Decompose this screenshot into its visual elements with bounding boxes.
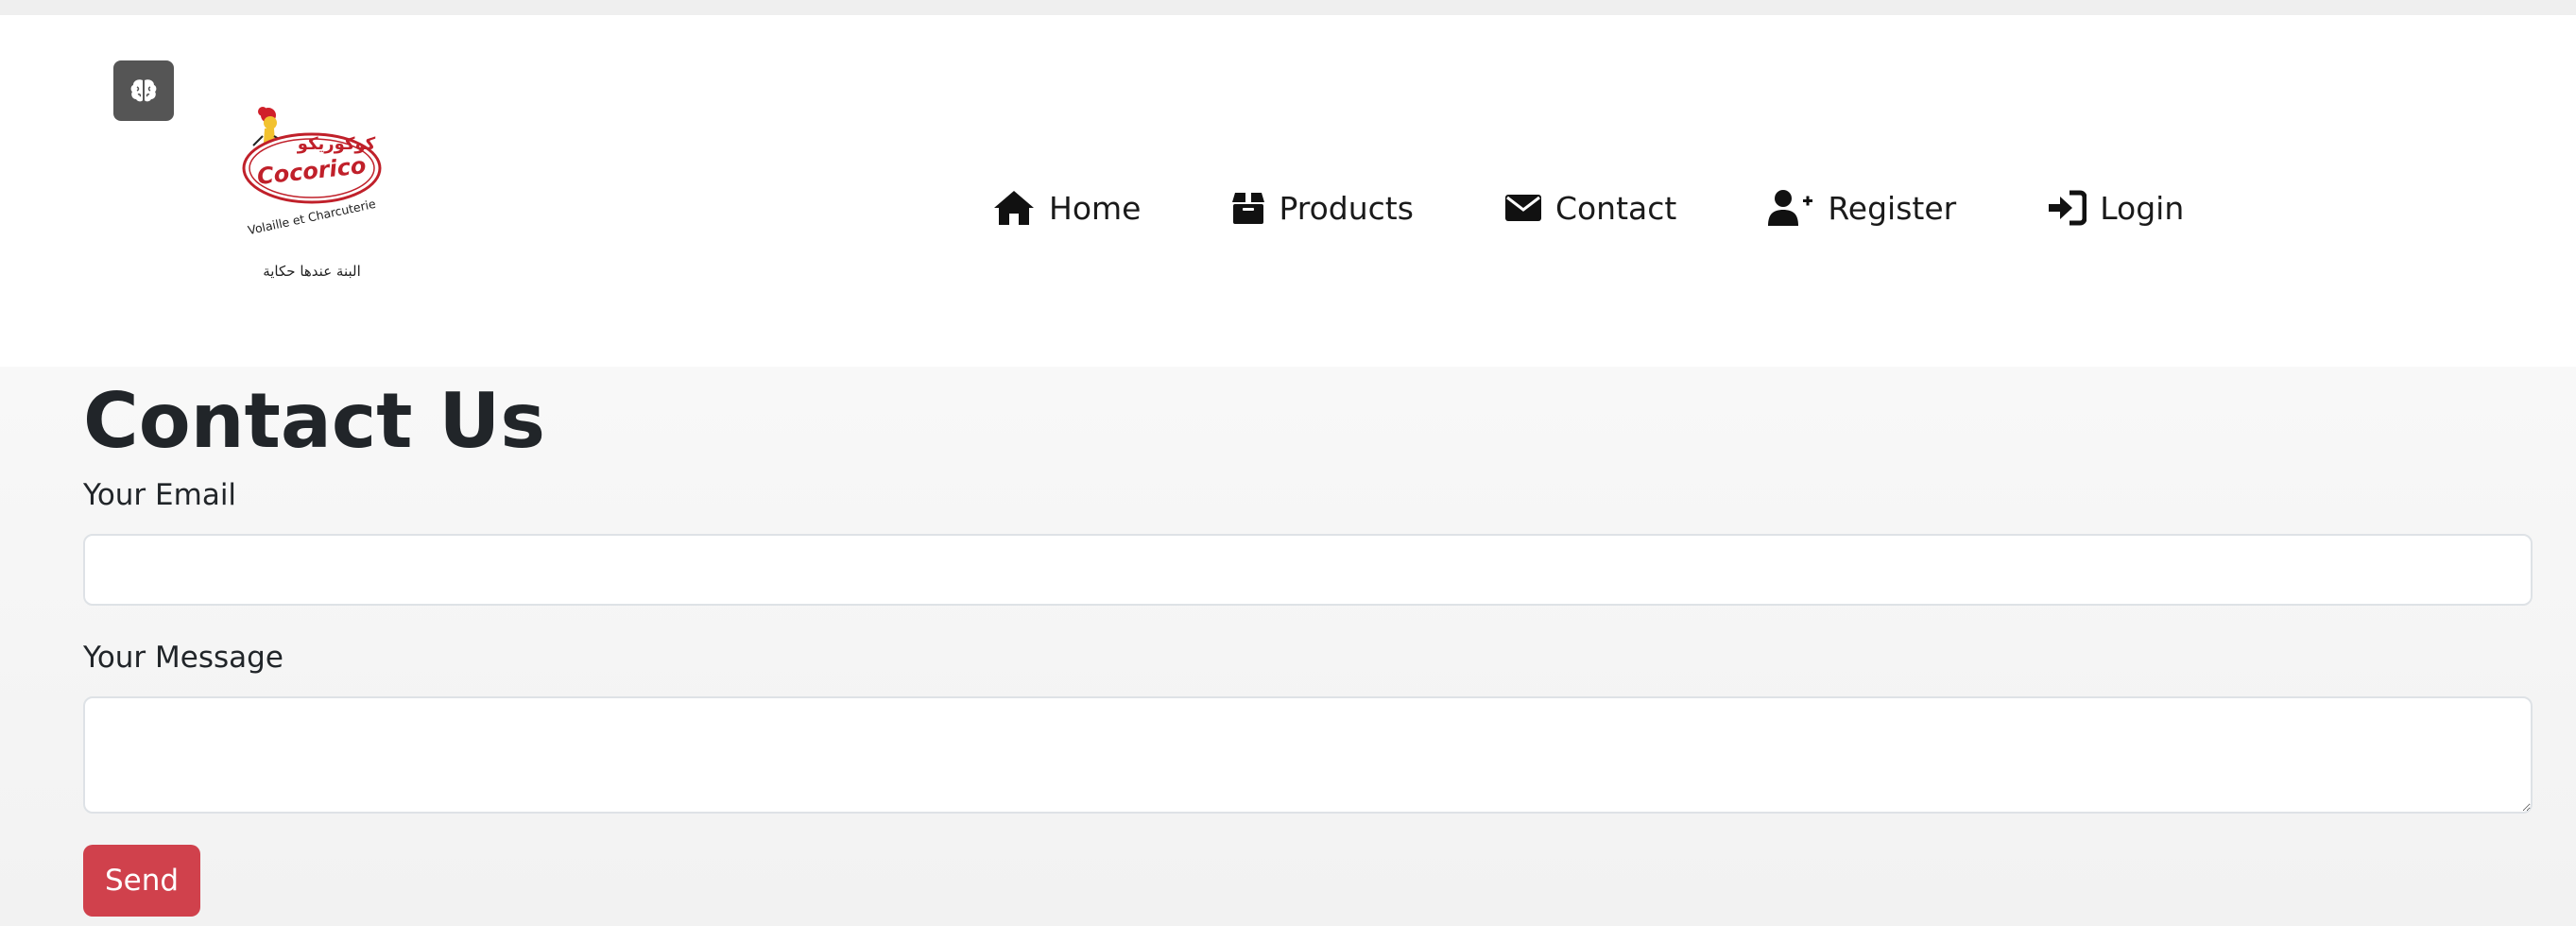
send-button[interactable]: Send — [83, 845, 200, 917]
logo-arabic-brand: كوكوريكو — [297, 134, 376, 154]
email-label: Your Email — [83, 478, 237, 512]
cocorico-logo-image: كوكوريكو Cocorico Volaille et Charcuteri… — [242, 107, 382, 280]
nav-products[interactable]: Products — [1231, 190, 1414, 227]
page-title: Contact Us — [83, 377, 545, 465]
nav-contact[interactable]: Contact — [1504, 190, 1676, 227]
nav-home[interactable]: Home — [992, 189, 1141, 227]
nav-login-label: Login — [2100, 189, 2185, 227]
sign-in-icon — [2049, 190, 2087, 226]
user-plus-icon — [1768, 190, 1813, 226]
email-field[interactable] — [83, 534, 2533, 606]
brain-toggle-button[interactable] — [113, 60, 174, 121]
nav-register-label: Register — [1828, 189, 1957, 227]
nav-login[interactable]: Login — [2047, 190, 2184, 227]
site-header: كوكوريكو Cocorico Volaille et Charcuteri… — [0, 15, 2576, 367]
message-label: Your Message — [83, 641, 283, 675]
contact-section: Contact Us Your Email Your Message Send — [0, 367, 2576, 926]
nav-contact-label: Contact — [1554, 189, 1677, 227]
nav-home-label: Home — [1049, 189, 1142, 227]
top-strip — [0, 0, 2576, 15]
box-icon — [1232, 193, 1265, 224]
brain-icon — [130, 79, 157, 102]
nav-register[interactable]: Register — [1767, 189, 1956, 227]
envelope-icon — [1504, 195, 1541, 221]
home-icon — [994, 191, 1034, 225]
logo-slogan: البنة عندها حكاية — [263, 263, 361, 280]
cocorico-logo[interactable]: كوكوريكو Cocorico Volaille et Charcuteri… — [236, 91, 387, 289]
main-nav: Home Products Contact Register Login — [992, 172, 2275, 244]
nav-products-label: Products — [1279, 189, 1414, 227]
message-field[interactable] — [83, 696, 2533, 814]
